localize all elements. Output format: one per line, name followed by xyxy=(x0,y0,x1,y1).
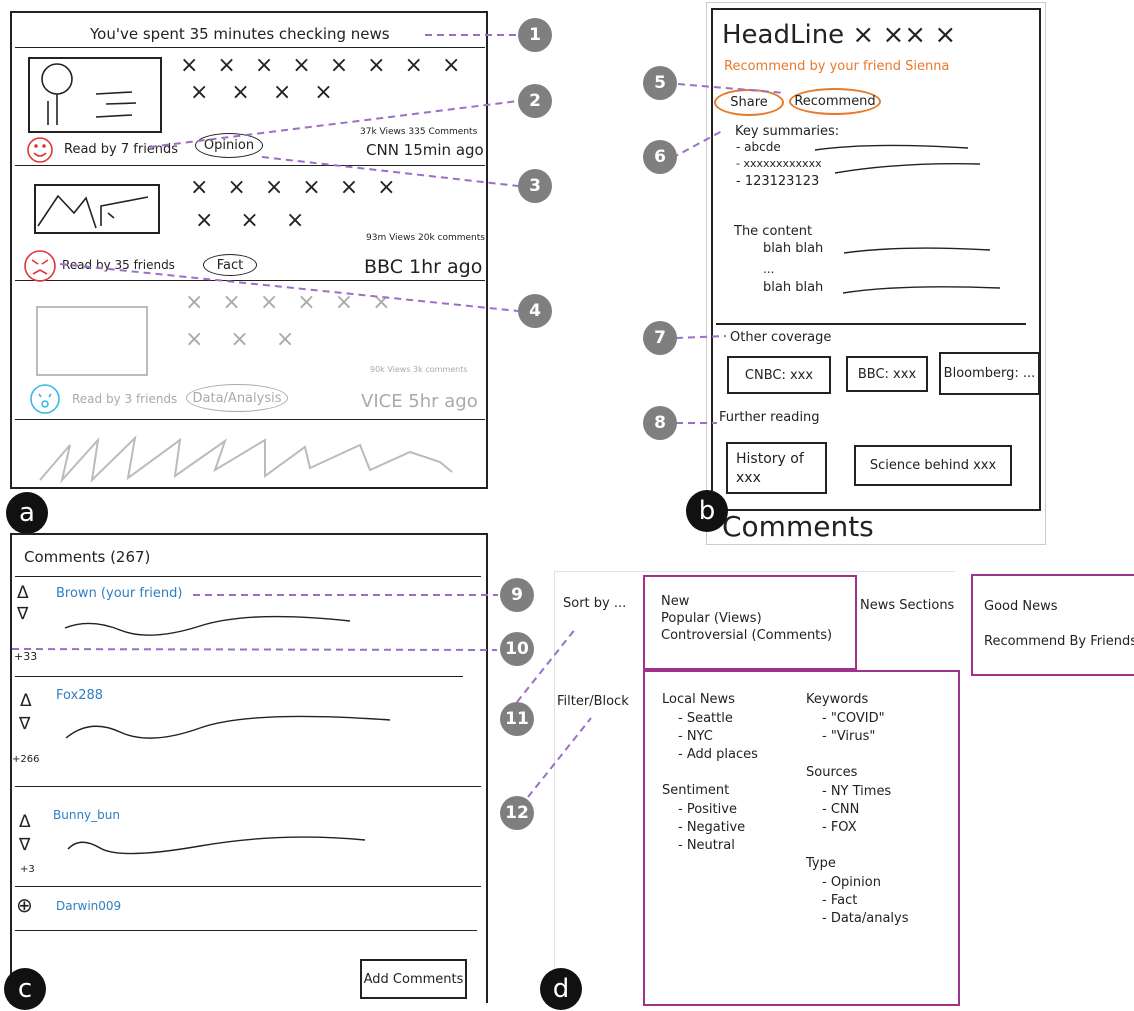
thumbnail-sketches xyxy=(37,63,149,229)
text-squiggles xyxy=(64,144,1001,855)
callout-1: 1 xyxy=(518,18,552,52)
callout-7: 7 xyxy=(643,321,677,355)
callout-2: 2 xyxy=(518,84,552,118)
callout-5: 5 xyxy=(643,66,677,100)
callout-10: 10 xyxy=(500,632,534,666)
callout-3: 3 xyxy=(518,169,552,203)
smile-icon xyxy=(27,137,53,163)
callout-11: 11 xyxy=(500,702,534,736)
callout-6: 6 xyxy=(643,140,677,174)
callout-8: 8 xyxy=(643,406,677,440)
callout-9: 9 xyxy=(500,578,534,612)
angry-icon xyxy=(24,250,56,282)
callout-12: 12 xyxy=(500,796,534,830)
crying-icon xyxy=(30,384,60,414)
annotation-layer xyxy=(11,34,1001,855)
content-scribble xyxy=(39,435,453,484)
callout-4: 4 xyxy=(518,294,552,328)
